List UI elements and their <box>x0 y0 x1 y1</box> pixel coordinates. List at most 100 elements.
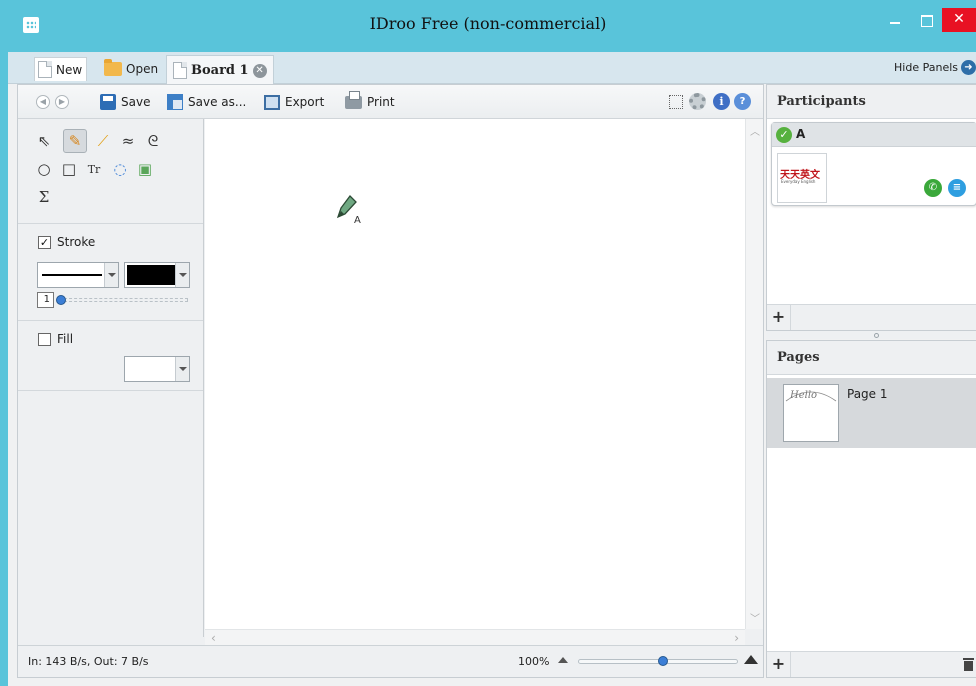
fill-checkbox[interactable] <box>38 332 51 346</box>
scroll-left-icon[interactable]: ‹ <box>211 631 216 645</box>
new-button-label: New <box>56 62 83 77</box>
participants-panel: Participants ✓ A 天天英文 Everyday English ✆… <box>766 84 976 331</box>
pages-panel: Pages Hello Page 1 + <box>766 340 976 678</box>
fill-label: Fill <box>57 332 74 346</box>
ellipse-tool-icon[interactable]: ○ <box>32 157 56 181</box>
tab-bar: New Open Board 1 ✕ Hide Panels ➜ <box>8 52 976 85</box>
stroke-color-dropdown[interactable] <box>124 262 190 288</box>
open-button[interactable]: Open <box>100 57 162 81</box>
new-button[interactable]: New <box>34 57 88 81</box>
stroke-checkbox[interactable]: ✓ <box>38 235 51 249</box>
whiteboard-canvas[interactable]: A <box>205 119 745 629</box>
formula-tool-icon[interactable]: Σ <box>32 185 56 209</box>
fill-color-dropdown[interactable] <box>124 356 190 382</box>
stroke-width-slider-track[interactable] <box>64 298 188 302</box>
scroll-right-icon[interactable]: › <box>734 631 739 645</box>
chat-icon[interactable]: ≡ <box>948 179 966 197</box>
stroke-style-dropdown[interactable] <box>37 262 119 288</box>
participants-header: Participants <box>767 85 976 119</box>
pencil-tool-icon[interactable]: ✎ <box>63 129 87 153</box>
board-toolbar: ◀ ▶ Save Save as... Export Print i ? <box>18 85 763 119</box>
participant-card[interactable]: ✓ A 天天英文 Everyday English ✆ ≡ <box>771 122 976 206</box>
network-stats: In: 143 B/s, Out: 7 B/s <box>28 655 149 668</box>
tab-board-1[interactable]: Board 1 ✕ <box>166 55 274 85</box>
participant-name: A <box>796 127 806 141</box>
save-icon <box>100 94 116 110</box>
save-as-button[interactable]: Save as... <box>167 93 246 111</box>
callout-tool-icon[interactable]: ◌ <box>108 157 132 181</box>
gear-icon[interactable] <box>689 93 706 110</box>
zoom-out-icon[interactable] <box>558 657 568 663</box>
spiral-tool-icon[interactable]: ᘓ <box>141 129 165 153</box>
undo-button[interactable]: ◀ <box>36 93 50 111</box>
pages-header: Pages <box>767 341 976 375</box>
folder-icon <box>104 59 122 76</box>
scroll-down-icon[interactable]: ﹀ <box>750 610 760 625</box>
horizontal-scrollbar[interactable]: ‹ › <box>205 629 745 645</box>
select-tool-icon[interactable]: ⇖ <box>32 129 56 153</box>
stroke-width-field[interactable]: 1 <box>37 292 54 308</box>
stroke-color-swatch <box>127 265 175 285</box>
save-as-icon <box>167 94 183 110</box>
open-button-label: Open <box>126 62 159 76</box>
board-document-icon <box>173 62 187 79</box>
page-thumbnail: Hello <box>783 384 839 442</box>
scroll-up-icon[interactable]: ︿ <box>750 123 760 138</box>
separator <box>18 223 203 224</box>
page-thumbnail-drawing: Hello <box>785 390 837 402</box>
save-as-label: Save as... <box>188 95 247 109</box>
fullscreen-icon[interactable] <box>669 95 683 109</box>
tools-panel: ⇖ ✎ ⟋ ≈ ᘓ ○ □ Tr ◌ ▣ Σ ✓ Stroke 1 Fill <box>18 119 204 637</box>
page-item[interactable]: Hello Page 1 <box>767 378 976 448</box>
redo-button[interactable]: ▶ <box>55 93 69 111</box>
title-bar: IDroo Free (non-commercial) ✕ <box>0 0 976 52</box>
export-label: Export <box>285 95 325 109</box>
hide-panels-button[interactable]: Hide Panels ➜ <box>894 60 976 75</box>
separator <box>18 390 203 391</box>
trash-icon[interactable] <box>963 657 975 672</box>
curve-tool-icon[interactable]: ≈ <box>116 129 140 153</box>
export-button[interactable]: Export <box>264 93 324 111</box>
maximize-button[interactable] <box>912 10 940 32</box>
minimize-button[interactable] <box>880 10 910 32</box>
page-name: Page 1 <box>847 387 888 401</box>
printer-icon <box>345 90 362 109</box>
online-check-icon: ✓ <box>776 127 792 143</box>
board-tab-label: Board 1 <box>191 63 249 78</box>
vertical-scrollbar[interactable]: ︿ ﹀ <box>745 119 763 629</box>
zoom-level: 100% <box>518 655 550 668</box>
stroke-width-slider-thumb[interactable] <box>56 295 66 305</box>
tab-close-icon[interactable]: ✕ <box>252 63 267 78</box>
close-button[interactable]: ✕ <box>942 8 976 32</box>
svg-text:Hello: Hello <box>789 390 817 401</box>
image-tool-icon[interactable]: ▣ <box>133 157 157 181</box>
highlighter-tool-icon[interactable]: ⟋ <box>91 129 115 153</box>
stroke-line-sample <box>42 274 102 276</box>
board-panel: ◀ ▶ Save Save as... Export Print i ? ⇖ ✎… <box>17 84 764 678</box>
zoom-in-icon[interactable] <box>744 655 758 664</box>
chevron-down-icon <box>175 263 189 287</box>
zoom-slider-thumb[interactable] <box>658 656 668 666</box>
pages-list: Hello Page 1 <box>767 375 976 651</box>
participant-card-header: ✓ A <box>772 123 976 147</box>
fill-toggle[interactable]: Fill <box>38 332 73 346</box>
participant-list: ✓ A 天天英文 Everyday English ✆ ≡ <box>767 119 976 304</box>
separator <box>18 320 203 321</box>
call-icon[interactable]: ✆ <box>924 179 942 197</box>
chevron-down-icon <box>104 263 118 287</box>
info-icon[interactable]: i <box>713 93 730 110</box>
help-icon[interactable]: ? <box>734 93 751 110</box>
text-tool-icon[interactable]: Tr <box>82 157 106 181</box>
stroke-toggle[interactable]: ✓ Stroke <box>38 235 95 249</box>
rectangle-tool-icon[interactable]: □ <box>57 157 81 181</box>
arrow-right-icon: ➜ <box>961 60 976 75</box>
save-button[interactable]: Save <box>100 93 150 111</box>
pages-footer: + <box>767 651 976 677</box>
print-button[interactable]: Print <box>345 90 395 111</box>
panel-splitter[interactable] <box>766 331 976 339</box>
add-participant-button[interactable]: + <box>767 305 791 330</box>
save-label: Save <box>121 95 151 109</box>
print-label: Print <box>367 95 395 109</box>
add-page-button[interactable]: + <box>767 652 791 677</box>
status-bar: In: 143 B/s, Out: 7 B/s 100% <box>18 645 763 677</box>
